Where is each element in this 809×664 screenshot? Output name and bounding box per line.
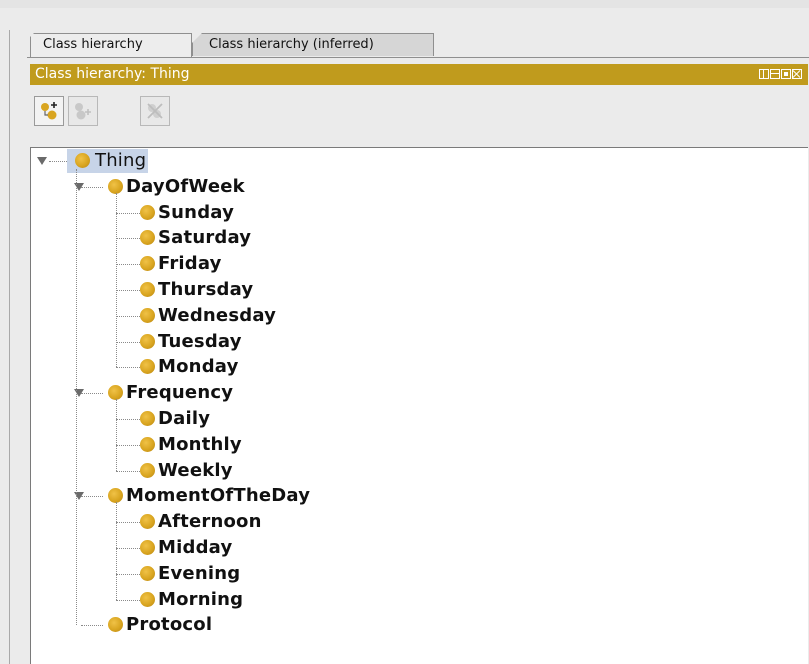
tree-connector	[116, 502, 117, 600]
tree-node-label: Protocol	[126, 614, 213, 636]
tree-node-label: Daily	[158, 408, 211, 429]
class-icon	[140, 514, 155, 530]
tree-connector	[116, 212, 140, 214]
view-title: Class hierarchy: Thing	[35, 66, 190, 82]
tree-connector	[81, 393, 103, 395]
class-icon	[140, 462, 155, 478]
class-icon	[140, 359, 155, 375]
class-icon	[140, 540, 155, 555]
tree-connector	[116, 419, 140, 420]
split-vertical-icon[interactable]	[759, 69, 769, 79]
tree-connector	[116, 192, 117, 368]
tree-node-label: Midday	[158, 537, 233, 558]
class-icon	[108, 488, 123, 504]
tree-connector	[81, 186, 103, 188]
add-sibling-class-button[interactable]	[68, 96, 98, 126]
tab-class-hierarchy-inferred[interactable]: Class hierarchy (inferred)	[192, 33, 434, 56]
tab-bar: Class hierarchy Class hierarchy (inferre…	[27, 33, 809, 58]
class-icon	[140, 333, 155, 349]
tree-node-label: Monthly	[158, 433, 242, 455]
tree-node-label: Friday	[158, 253, 222, 275]
window-top-strip	[0, 0, 809, 8]
class-icon	[140, 230, 155, 246]
tree-node-label: Weekly	[158, 459, 233, 481]
add-subclass-button[interactable]	[34, 96, 64, 126]
tree-node-label: Evening	[158, 562, 241, 584]
tree-connector	[116, 548, 140, 549]
delete-class-icon	[147, 103, 163, 119]
tree-node-label: DayOfWeek	[126, 175, 245, 197]
view-header: Class hierarchy: Thing	[30, 64, 808, 85]
class-icon	[140, 411, 155, 426]
tab-class-hierarchy[interactable]: Class hierarchy	[30, 33, 192, 57]
add-sibling-class-icon	[75, 103, 91, 120]
tree-connector	[116, 367, 140, 369]
tree-node-label: Saturday	[158, 227, 252, 249]
tree-node-label: Monday	[158, 356, 239, 378]
class-toolbar	[30, 90, 808, 138]
tree-connector	[76, 169, 77, 626]
class-tree[interactable]: Thing DayOfWeek Sunday Saturday Friday Thursd…	[30, 147, 808, 664]
class-icon	[140, 436, 155, 452]
tree-connector	[116, 399, 117, 471]
panel-left-border	[9, 30, 10, 664]
tree-node-label: Afternoon	[158, 511, 262, 533]
tree-connector	[116, 573, 140, 575]
tree-connector	[116, 315, 140, 317]
tree-node-label: Tuesday	[158, 330, 242, 352]
tree-node-label: Morning	[158, 588, 244, 610]
expand-toggle-icon[interactable]	[37, 157, 47, 165]
tree-node-label: Sunday	[158, 201, 235, 223]
add-subclass-icon	[41, 102, 57, 120]
split-horizontal-icon[interactable]	[770, 69, 780, 79]
tree-connector	[116, 238, 140, 240]
tree-connector	[116, 470, 140, 472]
class-icon	[140, 204, 155, 220]
class-icon	[108, 385, 123, 401]
view-controls	[759, 69, 802, 79]
close-view-icon[interactable]	[792, 69, 802, 79]
tree-connector	[116, 290, 140, 291]
class-icon	[108, 178, 123, 194]
tree-node-label: Wednesday	[158, 304, 277, 326]
class-icon	[140, 591, 155, 607]
tree-connector	[116, 264, 140, 266]
class-icon	[140, 307, 155, 323]
delete-class-button[interactable]	[140, 96, 170, 126]
tree-connector	[116, 522, 140, 524]
class-icon	[140, 282, 155, 297]
class-icon	[75, 153, 90, 168]
tree-connector	[81, 625, 103, 627]
tree-connector	[116, 444, 140, 446]
tree-node-label: Thursday	[158, 279, 254, 300]
maximize-icon[interactable]	[781, 69, 791, 79]
class-icon	[140, 565, 155, 581]
tree-connector	[116, 341, 140, 343]
class-icon	[108, 617, 123, 633]
tree-node-label: MomentOfTheDay	[126, 485, 311, 507]
tree-node-label: Frequency	[126, 382, 234, 404]
tree-connector	[81, 496, 103, 498]
class-icon	[140, 256, 155, 272]
tree-connector	[116, 599, 140, 601]
